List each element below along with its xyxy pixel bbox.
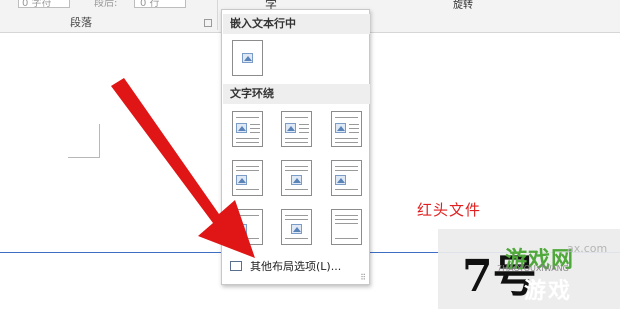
watermark-line2: 游戏: [524, 279, 573, 304]
watermark-sub: 7HAOYOUXIWANG: [497, 264, 569, 273]
arrow-shape: [111, 78, 255, 258]
watermark-domain: ax.com: [567, 242, 608, 255]
